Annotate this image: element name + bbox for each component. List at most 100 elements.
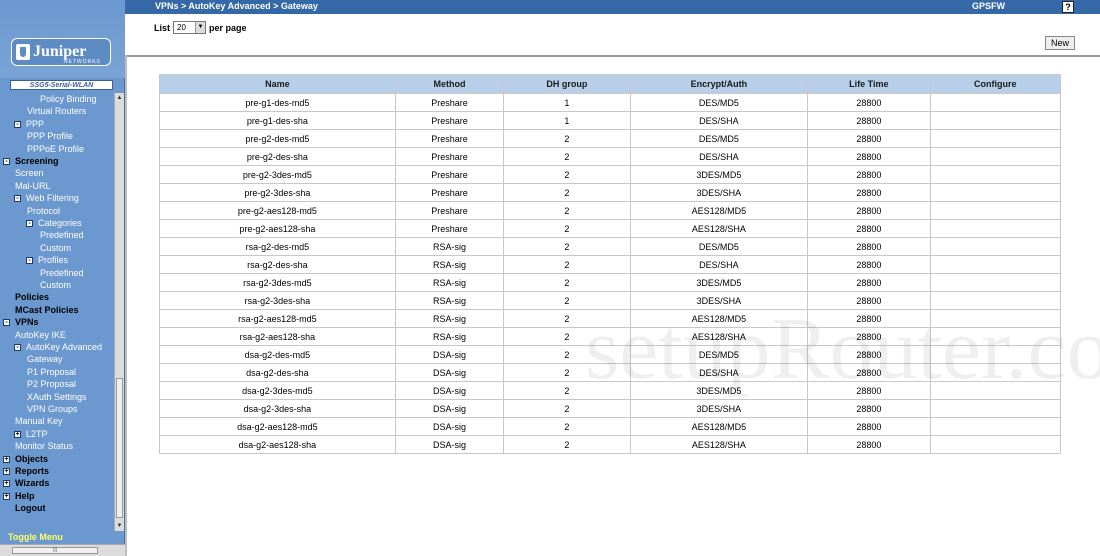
menu-item-vpns[interactable]: VPNs (15, 316, 39, 328)
cell-dh-group: 2 (503, 345, 631, 364)
collapse-icon[interactable]: - (14, 195, 21, 203)
menu-item-wizards[interactable]: Wizards (15, 477, 49, 489)
cell-configure[interactable] (929, 237, 1062, 256)
chevron-down-icon[interactable]: ▼ (195, 22, 206, 33)
cell-configure[interactable] (929, 183, 1062, 202)
cell-configure[interactable] (929, 165, 1062, 184)
collapse-icon[interactable]: - (14, 120, 21, 128)
menu-horizontal-scrollbar[interactable]: ||| (0, 544, 125, 556)
cell-configure[interactable] (929, 129, 1062, 148)
cell-method: RSA-sig (394, 255, 505, 274)
menu-item-web-filtering[interactable]: Web Filtering (26, 192, 79, 204)
collapse-icon[interactable]: - (26, 220, 33, 227)
cell-configure[interactable] (929, 363, 1062, 382)
per-page-select[interactable]: 20 ▼ (173, 21, 207, 34)
cell-encrypt-auth: AES128/SHA (629, 435, 809, 454)
menu-item-autokey-ike[interactable]: AutoKey IKE (15, 329, 66, 341)
cell-life-time: 28800 (807, 399, 931, 418)
menu-item-protocol[interactable]: Protocol (27, 205, 60, 217)
table-row: rsa-g2-3des-md5 RSA-sig 2 3DES/MD5 28800 (159, 273, 1062, 292)
new-gateway-button[interactable]: New (1045, 36, 1075, 50)
menu-scroll-thumb[interactable] (116, 378, 123, 518)
menu-item-mcast-policies[interactable]: MCast Policies (15, 304, 79, 316)
cell-configure[interactable] (929, 291, 1062, 310)
collapse-icon[interactable]: - (26, 257, 33, 265)
cell-encrypt-auth: AES128/SHA (629, 327, 809, 346)
horizontal-scroll-thumb[interactable]: ||| (12, 547, 98, 554)
menu-item-categories[interactable]: Categories (38, 217, 82, 229)
collapse-icon[interactable]: - (3, 319, 10, 327)
table-row: pre-g2-3des-sha Preshare 2 3DES/SHA 28800 (159, 183, 1062, 202)
collapse-icon[interactable]: - (14, 344, 21, 351)
cell-encrypt-auth: DES/MD5 (629, 129, 809, 148)
table-row: dsa-g2-3des-md5 DSA-sig 2 3DES/MD5 28800 (159, 381, 1062, 400)
expand-icon[interactable]: + (3, 480, 10, 488)
menu-item-policy-binding[interactable]: Policy Binding (40, 93, 97, 105)
cell-name: pre-g1-des-md5 (159, 93, 396, 112)
expand-icon[interactable]: + (3, 455, 10, 463)
menu-item-vpn-groups[interactable]: VPN Groups (27, 403, 78, 415)
cell-dh-group: 2 (503, 147, 631, 166)
expand-icon[interactable]: + (3, 492, 10, 500)
cell-encrypt-auth: DES/MD5 (629, 345, 809, 364)
cell-configure[interactable] (929, 345, 1062, 364)
menu-item-policies[interactable]: Policies (15, 291, 49, 303)
menu-item-xauth-settings[interactable]: XAuth Settings (27, 391, 87, 403)
expand-icon[interactable]: + (3, 468, 10, 475)
cell-configure[interactable] (929, 219, 1062, 238)
menu-item-virtual-routers[interactable]: Virtual Routers (27, 105, 86, 117)
cell-method: RSA-sig (394, 327, 505, 346)
cell-configure[interactable] (929, 201, 1062, 220)
toggle-menu-link[interactable]: Toggle Menu (8, 532, 63, 542)
menu-item-mal-url[interactable]: Mal-URL (15, 180, 51, 192)
cell-configure[interactable] (929, 273, 1062, 292)
menu-item-monitor-status[interactable]: Monitor Status (15, 440, 73, 452)
cell-configure[interactable] (929, 309, 1062, 328)
cell-configure[interactable] (929, 417, 1062, 436)
cell-configure[interactable] (929, 255, 1062, 274)
cell-configure[interactable] (929, 111, 1062, 130)
menu-item-custom[interactable]: Custom (40, 242, 71, 254)
cell-name: dsa-g2-des-sha (159, 363, 396, 382)
scroll-up-icon[interactable]: ▲ (116, 93, 123, 103)
table-row: dsa-g2-aes128-sha DSA-sig 2 AES128/SHA 28800 (159, 435, 1062, 454)
cell-configure[interactable] (929, 327, 1062, 346)
breadcrumb: VPNs > AutoKey Advanced > Gateway (155, 1, 318, 11)
menu-item-pppoe-profile[interactable]: PPPoE Profile (27, 143, 84, 155)
menu-item-ppp-profile[interactable]: PPP Profile (27, 130, 73, 142)
menu-vertical-scrollbar[interactable]: ▲ ▼ (114, 93, 124, 531)
menu-item-manual-key[interactable]: Manual Key (15, 415, 63, 427)
menu-item-p1-proposal[interactable]: P1 Proposal (27, 366, 76, 378)
cell-configure[interactable] (929, 147, 1062, 166)
menu-item-predefined[interactable]: Predefined (40, 229, 84, 241)
cell-configure[interactable] (929, 399, 1062, 418)
menu-item-reports[interactable]: Reports (15, 465, 49, 477)
menu-item-p2-proposal[interactable]: P2 Proposal (27, 378, 76, 390)
cell-configure[interactable] (929, 93, 1062, 112)
menu-item-objects[interactable]: Objects (15, 453, 48, 465)
menu-item-predefined[interactable]: Predefined (40, 267, 84, 279)
cell-configure[interactable] (929, 381, 1062, 400)
menu-item-ppp[interactable]: PPP (26, 118, 44, 130)
cell-life-time: 28800 (807, 219, 931, 238)
cell-encrypt-auth: 3DES/SHA (629, 399, 809, 418)
cell-method: Preshare (394, 183, 505, 202)
menu-item-help[interactable]: Help (15, 490, 35, 502)
scroll-down-icon[interactable]: ▼ (116, 521, 123, 531)
collapse-icon[interactable]: - (3, 158, 10, 165)
help-button[interactable]: ? (1062, 1, 1074, 13)
table-row: dsa-g2-des-sha DSA-sig 2 DES/SHA 28800 (159, 363, 1062, 382)
cell-configure[interactable] (929, 435, 1062, 454)
menu-item-gateway[interactable]: Gateway (27, 353, 63, 365)
menu-item-screening[interactable]: Screening (15, 155, 59, 167)
menu-item-profiles[interactable]: Profiles (38, 254, 68, 266)
cell-life-time: 28800 (807, 147, 931, 166)
menu-item-l2tp[interactable]: L2TP (26, 428, 48, 440)
menu-item-screen[interactable]: Screen (15, 167, 44, 179)
expand-icon[interactable]: + (14, 430, 21, 438)
menu-item-logout[interactable]: Logout (15, 502, 46, 514)
menu-item-custom[interactable]: Custom (40, 279, 71, 291)
cell-name: rsa-g2-des-md5 (159, 237, 396, 256)
cell-encrypt-auth: AES128/MD5 (629, 201, 809, 220)
menu-item-autokey-advanced[interactable]: AutoKey Advanced (26, 341, 102, 353)
